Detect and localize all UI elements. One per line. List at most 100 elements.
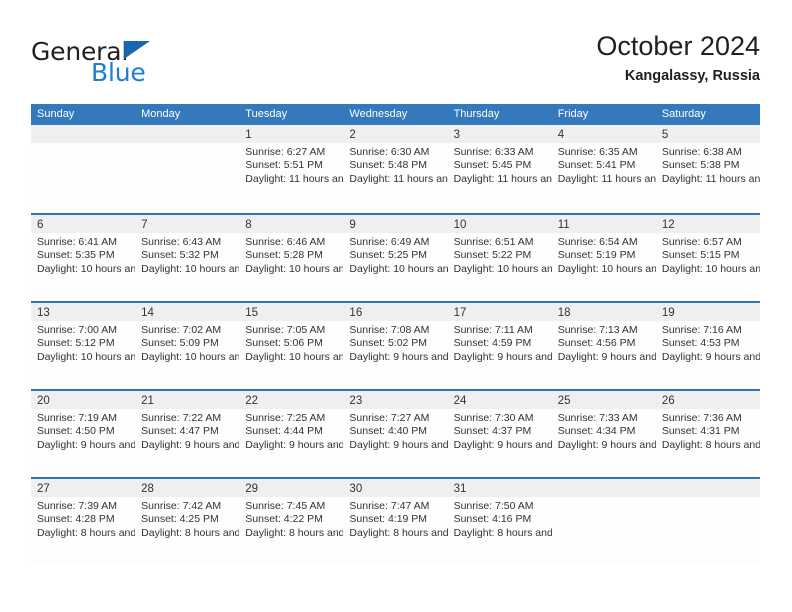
calendar-week-row: 20 Sunrise: 7:19 AM Sunset: 4:50 PM Dayligh…	[31, 389, 760, 477]
calendar-day-cell[interactable]: 16 Sunrise: 7:08 AM Sunset: 5:02 PM Dayligh…	[343, 303, 448, 389]
sunset-text: Sunset: 4:28 PM	[37, 513, 115, 526]
day-number: 3	[453, 129, 460, 141]
day-sun-info: Sunrise: 7:08 AM Sunset: 5:02 PM Daylight:…	[343, 321, 447, 364]
calendar-day-cell[interactable]: 2 Sunrise: 6:30 AM Sunset: 5:48 PM Daylight…	[343, 125, 448, 213]
sunrise-text: Sunrise: 7:36 AM	[661, 412, 742, 424]
sunset-text: Sunset: 5:51 PM	[245, 159, 323, 172]
day-number-band: 25	[551, 391, 656, 409]
day-number: 11	[557, 219, 570, 231]
day-number: 30	[349, 483, 363, 495]
day-number-band: 11	[551, 215, 656, 233]
daylight-text: Daylight: 9 hours and 36 minutes.	[661, 350, 760, 363]
daylight-text: Daylight: 8 hours and 49 minutes.	[37, 526, 136, 539]
calendar-day-cell[interactable]: 28 Sunrise: 7:42 AM Sunset: 4:25 PM Dayligh…	[135, 479, 240, 565]
day-number: 16	[349, 307, 363, 319]
day-sun-info: Sunrise: 6:38 AM Sunset: 5:38 PM Daylight:…	[656, 143, 760, 186]
day-sun-info: Sunrise: 7:36 AM Sunset: 4:31 PM Daylight:…	[656, 409, 760, 452]
calendar-day-cell[interactable]: 11 Sunrise: 6:54 AM Sunset: 5:19 PM Dayligh…	[551, 215, 656, 301]
calendar-day-cell[interactable]: 3 Sunrise: 6:33 AM Sunset: 5:45 PM Daylight…	[447, 125, 552, 213]
calendar-day-cell[interactable]: 14 Sunrise: 7:02 AM Sunset: 5:09 PM Dayligh…	[135, 303, 240, 389]
sunrise-text: Sunrise: 7:45 AM	[245, 500, 326, 512]
calendar-day-cell[interactable]: 1 Sunrise: 6:27 AM Sunset: 5:51 PM Daylight…	[239, 125, 344, 213]
day-sun-info: Sunrise: 7:00 AM Sunset: 5:12 PM Daylight:…	[31, 321, 135, 364]
weekday-header-sunday: Sunday	[37, 108, 75, 120]
daylight-text: Daylight: 8 hours and 37 minutes.	[245, 526, 344, 539]
calendar-day-cell[interactable]: 31 Sunrise: 7:50 AM Sunset: 4:16 PM Dayligh…	[447, 479, 552, 565]
daylight-text: Daylight: 10 hours and 36 minutes.	[349, 262, 448, 275]
brand-logo[interactable]: General Blue	[31, 28, 291, 88]
calendar-day-cell[interactable]: 12 Sunrise: 6:57 AM Sunset: 5:15 PM Dayligh…	[655, 215, 760, 301]
calendar-day-cell[interactable]: 6 Sunrise: 6:41 AM Sunset: 5:35 PM Daylight…	[31, 215, 136, 301]
day-number-band: 27	[31, 479, 136, 497]
calendar-page: General Blue October 2024 Kangalassy, Ru…	[0, 0, 792, 612]
day-sun-info: Sunrise: 6:33 AM Sunset: 5:45 PM Daylight:…	[448, 143, 552, 186]
sunrise-text: Sunrise: 7:08 AM	[349, 324, 430, 336]
day-sun-info: Sunrise: 7:33 AM Sunset: 4:34 PM Daylight:…	[552, 409, 656, 452]
calendar-day-cell[interactable]: 20 Sunrise: 7:19 AM Sunset: 4:50 PM Dayligh…	[31, 391, 136, 477]
day-number-band: 17	[447, 303, 552, 321]
calendar-day-cell[interactable]: 23 Sunrise: 7:27 AM Sunset: 4:40 PM Dayligh…	[343, 391, 448, 477]
calendar-day-cell[interactable]: 7 Sunrise: 6:43 AM Sunset: 5:32 PM Daylight…	[135, 215, 240, 301]
day-number-band: 2	[343, 125, 448, 143]
daylight-text: Daylight: 9 hours and 24 minutes.	[141, 438, 240, 451]
sunset-text: Sunset: 5:32 PM	[141, 249, 219, 262]
daylight-text: Daylight: 10 hours and 30 minutes.	[453, 262, 552, 275]
sunrise-text: Sunrise: 7:25 AM	[245, 412, 326, 424]
day-number: 23	[349, 395, 363, 407]
calendar-day-cell[interactable]: 22 Sunrise: 7:25 AM Sunset: 4:44 PM Dayligh…	[239, 391, 344, 477]
sunset-text: Sunset: 5:38 PM	[661, 159, 740, 172]
sunset-text: Sunset: 5:45 PM	[453, 159, 532, 172]
calendar-day-cell[interactable]: 8 Sunrise: 6:46 AM Sunset: 5:28 PM Daylight…	[239, 215, 344, 301]
day-number: 6	[37, 219, 44, 231]
calendar-week-row: 13 Sunrise: 7:00 AM Sunset: 5:12 PM Dayligh…	[31, 301, 760, 389]
title-block: October 2024 Kangalassy, Russia	[596, 28, 760, 86]
sunrise-text: Sunrise: 6:57 AM	[661, 236, 742, 248]
day-number: 13	[37, 307, 50, 319]
daylight-text: Daylight: 11 hours and 23 minutes.	[245, 172, 344, 185]
calendar-day-cell[interactable]: 19 Sunrise: 7:16 AM Sunset: 4:53 PM Dayligh…	[655, 303, 760, 389]
day-number: 15	[245, 307, 259, 319]
calendar-day-cell[interactable]: 13 Sunrise: 7:00 AM Sunset: 5:12 PM Dayligh…	[31, 303, 136, 389]
sunrise-text: Sunrise: 7:39 AM	[37, 500, 117, 512]
day-number-band: 26	[655, 391, 760, 409]
calendar-day-cell[interactable]: 10 Sunrise: 6:51 AM Sunset: 5:22 PM Dayligh…	[447, 215, 552, 301]
daylight-text: Daylight: 11 hours and 0 minutes.	[661, 172, 760, 185]
sunset-text: Sunset: 4:16 PM	[453, 513, 532, 526]
day-sun-info: Sunrise: 6:46 AM Sunset: 5:28 PM Daylight:…	[239, 233, 343, 276]
calendar-day-cell[interactable]: 24 Sunrise: 7:30 AM Sunset: 4:37 PM Dayligh…	[447, 391, 552, 477]
calendar-day-cell[interactable]: 30 Sunrise: 7:47 AM Sunset: 4:19 PM Dayligh…	[343, 479, 448, 565]
day-number: 14	[141, 307, 154, 319]
page-header: General Blue October 2024 Kangalassy, Ru…	[31, 28, 760, 92]
weekday-header-tuesday: Tuesday	[245, 108, 288, 120]
sunset-text: Sunset: 4:50 PM	[37, 425, 115, 438]
calendar-day-cell[interactable]: 25 Sunrise: 7:33 AM Sunset: 4:34 PM Dayligh…	[551, 391, 656, 477]
calendar-day-cell[interactable]: 29 Sunrise: 7:45 AM Sunset: 4:22 PM Dayligh…	[239, 479, 344, 565]
daylight-text: Daylight: 10 hours and 18 minutes.	[661, 262, 760, 275]
weekday-header-wednesday: Wednesday	[349, 108, 408, 120]
weekday-header-row: Sunday Monday Tuesday Wednesday Thursday Frid…	[31, 104, 760, 125]
calendar-day-cell[interactable]: 27 Sunrise: 7:39 AM Sunset: 4:28 PM Dayligh…	[31, 479, 136, 565]
sunrise-text: Sunrise: 7:16 AM	[661, 324, 742, 336]
day-number-band: 28	[135, 479, 240, 497]
calendar-day-cell[interactable]: 5 Sunrise: 6:38 AM Sunset: 5:38 PM Daylight…	[655, 125, 760, 213]
day-number-band: 30	[343, 479, 448, 497]
day-sun-info: Sunrise: 7:27 AM Sunset: 4:40 PM Daylight:…	[343, 409, 447, 452]
calendar-day-cell[interactable]: 21 Sunrise: 7:22 AM Sunset: 4:47 PM Dayligh…	[135, 391, 240, 477]
daylight-text: Daylight: 9 hours and 42 minutes.	[557, 350, 656, 363]
day-sun-info: Sunrise: 7:13 AM Sunset: 4:56 PM Daylight:…	[552, 321, 656, 364]
calendar-day-cell[interactable]: 26 Sunrise: 7:36 AM Sunset: 4:31 PM Dayligh…	[655, 391, 760, 477]
calendar-day-cell[interactable]: 15 Sunrise: 7:05 AM Sunset: 5:06 PM Dayligh…	[239, 303, 344, 389]
day-sun-info: Sunrise: 6:35 AM Sunset: 5:41 PM Daylight:…	[552, 143, 656, 186]
day-sun-info: Sunrise: 7:05 AM Sunset: 5:06 PM Daylight:…	[239, 321, 343, 364]
day-sun-info: Sunrise: 7:25 AM Sunset: 4:44 PM Daylight:…	[239, 409, 343, 452]
calendar-day-cell[interactable]: 9 Sunrise: 6:49 AM Sunset: 5:25 PM Daylight…	[343, 215, 448, 301]
day-number: 5	[661, 129, 669, 141]
calendar-day-cell[interactable]: 18 Sunrise: 7:13 AM Sunset: 4:56 PM Dayligh…	[551, 303, 656, 389]
calendar-day-cell[interactable]: 4 Sunrise: 6:35 AM Sunset: 5:41 PM Daylight…	[551, 125, 656, 213]
calendar-day-cell-empty	[135, 125, 240, 213]
day-number: 10	[453, 219, 467, 231]
day-number: 29	[245, 483, 259, 495]
calendar-day-cell[interactable]: 17 Sunrise: 7:11 AM Sunset: 4:59 PM Dayligh…	[447, 303, 552, 389]
day-number: 8	[245, 219, 252, 231]
daylight-text: Daylight: 9 hours and 30 minutes.	[37, 438, 136, 451]
